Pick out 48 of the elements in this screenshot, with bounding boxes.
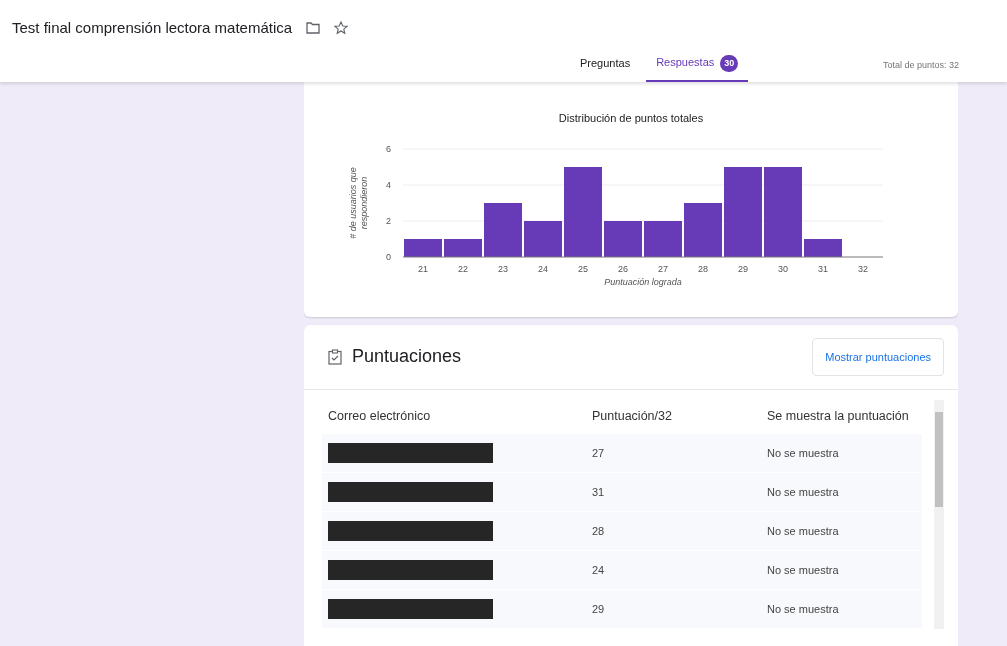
score-cell-text: 24 xyxy=(592,562,606,578)
score-cell-text: 27 xyxy=(592,445,606,461)
score-cell-text: 31 xyxy=(592,484,606,500)
star-icon[interactable] xyxy=(334,21,349,35)
x-tick-label: 30 xyxy=(778,263,788,274)
x-tick-label: 28 xyxy=(698,263,708,274)
y-tick-label: 2 xyxy=(386,215,391,226)
x-tick-label: 29 xyxy=(738,263,748,274)
column-header: Se muestra la puntuación xyxy=(767,408,910,426)
clipboard-check-icon xyxy=(328,348,342,365)
y-axis-title: # de usuarios que respondieron xyxy=(348,166,369,239)
histogram-bar[interactable] xyxy=(604,220,642,257)
total-points: Total de puntos: 32 xyxy=(882,58,959,72)
x-tick-label: 25 xyxy=(578,263,588,274)
section-title: Puntuaciones xyxy=(352,345,463,369)
folder-icon[interactable] xyxy=(306,22,321,34)
visibility-cell-text: No se muestra xyxy=(767,562,840,578)
chart-title: Distribución de puntos totales xyxy=(557,111,705,126)
x-axis-title: Puntuación lograda xyxy=(604,276,682,287)
scrollbar[interactable] xyxy=(934,400,944,629)
histogram-bar[interactable] xyxy=(404,238,442,257)
x-tick-label: 31 xyxy=(818,263,828,274)
show-scores-button[interactable]: Mostrar puntuaciones xyxy=(812,337,944,376)
column-header: Puntuación/32 xyxy=(592,408,673,426)
count-badge: 30 xyxy=(720,54,739,72)
histogram-bar[interactable] xyxy=(644,220,682,257)
x-tick-label: 32 xyxy=(858,263,868,274)
visibility-cell-text: No se muestra xyxy=(767,484,840,500)
y-tick-label: 4 xyxy=(386,179,391,190)
column-header: Correo electrónico xyxy=(327,408,432,426)
visibility-cell-text: No se muestra xyxy=(767,601,840,617)
y-tick-label: 6 xyxy=(386,143,391,154)
visibility-cell-text: No se muestra xyxy=(767,445,840,461)
tab[interactable]: Preguntas xyxy=(570,53,641,82)
histogram-bar[interactable] xyxy=(524,220,562,257)
x-tick-label: 22 xyxy=(458,263,468,274)
score-cell-text: 29 xyxy=(592,601,606,617)
visibility-cell-text: No se muestra xyxy=(767,523,840,539)
histogram-bar[interactable] xyxy=(804,238,842,257)
x-tick-label: 27 xyxy=(658,263,668,274)
histogram-bar[interactable] xyxy=(444,238,482,257)
x-tick-label: 21 xyxy=(418,263,428,274)
x-tick-label: 23 xyxy=(498,263,508,274)
x-tick-label: 24 xyxy=(538,263,548,274)
form-title: Test final comprensión lectora matemática xyxy=(12,17,293,38)
y-tick-label: 0 xyxy=(386,251,391,262)
score-cell-text: 28 xyxy=(592,523,606,539)
x-tick-label: 26 xyxy=(618,263,628,274)
